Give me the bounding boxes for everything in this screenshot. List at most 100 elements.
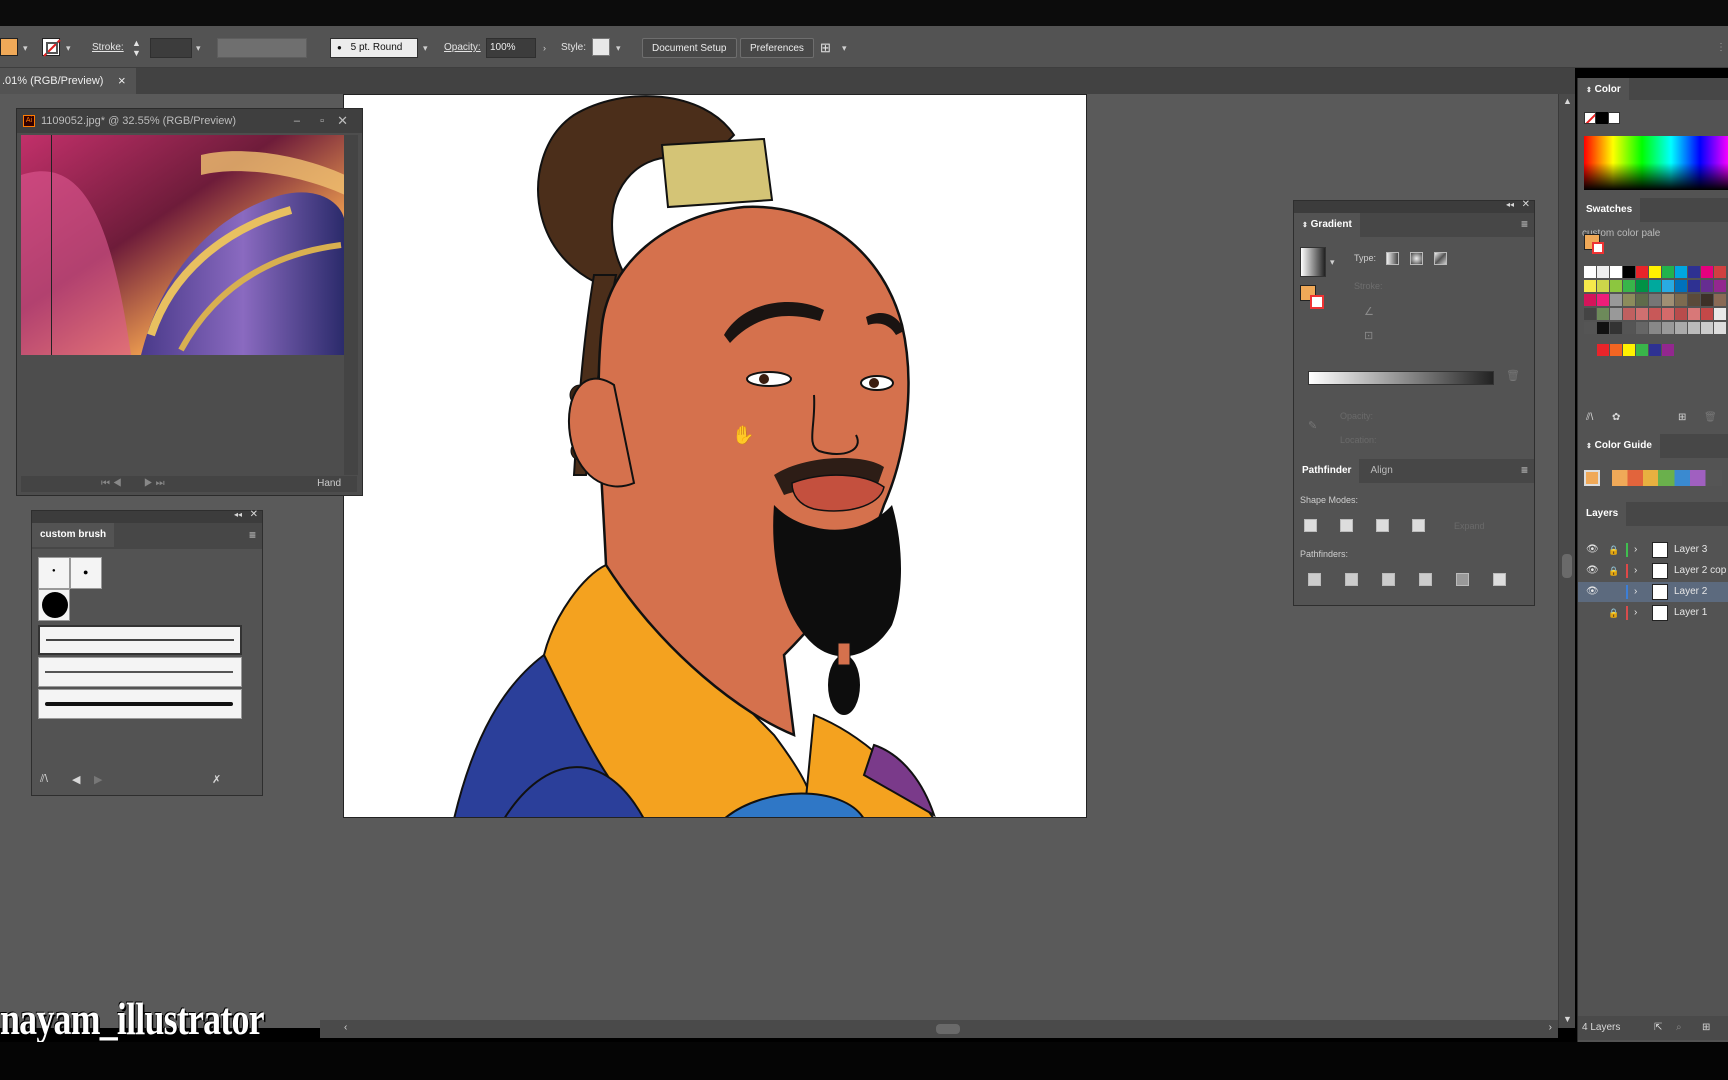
color-spectrum[interactable] [1584, 136, 1728, 190]
scroll-up-icon[interactable]: ▲ [1563, 96, 1572, 106]
linear-gradient-icon[interactable] [1386, 252, 1399, 265]
black-swatch[interactable] [1596, 112, 1608, 124]
close-icon[interactable]: ✕ [250, 509, 258, 520]
close-icon[interactable]: ✕ [337, 109, 348, 133]
navigation-arrows-icon[interactable]: ⏮ ◀ ▶ ⏭ [101, 476, 165, 492]
locate-object-icon[interactable]: ⌕ [1676, 1016, 1682, 1040]
new-swatch-icon[interactable]: ⊞ [1678, 412, 1686, 423]
layer-row[interactable]: 👁 🔒 › Layer 2 cop [1578, 561, 1728, 581]
fill-swatch[interactable] [0, 38, 18, 56]
brush-small-dot[interactable]: ● [38, 557, 70, 589]
show-kinds-icon[interactable]: ✿ [1612, 412, 1620, 423]
reference-scrollbar[interactable] [344, 135, 358, 475]
close-icon[interactable]: × [118, 68, 126, 94]
horizontal-scrollbar[interactable]: ‹ › [320, 1020, 1558, 1038]
stroke-swatch[interactable] [42, 38, 61, 57]
swatch-libraries-icon[interactable]: ⫽\ [1586, 412, 1593, 423]
panel-menu-icon[interactable]: ≡ [1521, 217, 1528, 231]
radial-gradient-icon[interactable] [1410, 252, 1423, 265]
pathfinder-tab[interactable]: Pathfinder [1294, 459, 1360, 483]
brush-definition[interactable]: ● 5 pt. Round [330, 38, 418, 58]
lock-icon[interactable]: 🔒 [1608, 561, 1619, 581]
collapse-icon[interactable]: ◂◂ [234, 510, 242, 519]
close-icon[interactable]: ✕ [1522, 199, 1530, 210]
none-swatch-icon[interactable] [1584, 112, 1596, 124]
stroke-swatch[interactable] [1592, 242, 1604, 254]
visibility-eye-icon[interactable]: 👁 [1586, 582, 1599, 602]
white-swatch[interactable] [1608, 112, 1620, 124]
vertical-scrollbar[interactable]: ▲ ▼ [1558, 94, 1575, 1028]
swatches-tab[interactable]: Swatches [1578, 198, 1641, 222]
panel-menu-icon[interactable]: ≡ [249, 528, 256, 542]
merge-icon[interactable] [1382, 573, 1395, 586]
chevron-down-icon[interactable]: ▾ [616, 38, 621, 58]
custom-brush-tab[interactable]: custom brush [32, 523, 115, 547]
minimize-icon[interactable]: – [294, 109, 300, 133]
chevron-down-icon[interactable]: ▾ [423, 38, 428, 58]
expand-chevron-icon[interactable]: › [1634, 540, 1637, 560]
color-tab[interactable]: ⇕ Color [1578, 78, 1629, 102]
stroke-stepper[interactable]: ▲ ▼ [132, 38, 141, 58]
layer-row[interactable]: 👁🔒›Layer 1 [1578, 603, 1728, 623]
brush-large-dot[interactable] [38, 589, 70, 621]
outline-icon[interactable] [1456, 573, 1469, 586]
remove-brush-stroke-icon[interactable]: ✗ [212, 773, 221, 786]
style-swatch[interactable] [592, 38, 610, 56]
harmony-colors[interactable] [1612, 470, 1722, 486]
preferences-button[interactable]: Preferences [740, 38, 814, 58]
expand-chevron-icon[interactable]: › [1634, 561, 1637, 581]
gradient-tab[interactable]: ⇕ Gradient [1294, 213, 1360, 237]
arrange-documents-icon[interactable]: ⊞ [820, 38, 831, 58]
lock-icon[interactable]: 🔒 [1608, 540, 1619, 560]
chevron-down-icon[interactable]: ▾ [66, 38, 71, 58]
document-setup-button[interactable]: Document Setup [642, 38, 737, 58]
reference-image-window[interactable]: Ai 1109052.jpg* @ 32.55% (RGB/Preview) –… [16, 108, 363, 496]
visibility-eye-icon[interactable]: 👁 [1586, 561, 1599, 581]
layers-tab[interactable]: Layers [1578, 502, 1627, 526]
minus-front-icon[interactable] [1340, 519, 1353, 532]
document-tab[interactable]: .01% (RGB/Preview) × [0, 68, 136, 94]
brushes-panel[interactable]: ◂◂ ✕ custom brush ≡ ● ● ⫽\ ◀ ▶ ✗ [31, 509, 263, 796]
scroll-thumb[interactable] [1562, 554, 1572, 578]
brush-stroke-3[interactable] [38, 689, 242, 719]
delete-stop-icon[interactable]: 🗑 [1506, 369, 1520, 382]
expand-button[interactable]: Expand [1454, 521, 1485, 531]
visibility-eye-icon[interactable]: 👁 [1586, 540, 1599, 560]
eyedropper-icon[interactable]: ✎ [1308, 419, 1317, 432]
chevron-down-icon[interactable]: ▾ [842, 38, 847, 58]
freeform-gradient-icon[interactable] [1434, 252, 1447, 265]
expand-chevron-icon[interactable]: › [1634, 582, 1637, 602]
intersect-icon[interactable] [1376, 519, 1389, 532]
chevron-down-icon[interactable]: ▾ [1330, 257, 1335, 268]
scroll-thumb[interactable] [936, 1024, 960, 1034]
scroll-right-icon[interactable]: › [1549, 1022, 1552, 1033]
brush-stroke-2[interactable] [38, 657, 242, 687]
panel-menu-icon[interactable]: ≡ [1521, 463, 1528, 477]
divide-icon[interactable] [1308, 573, 1321, 586]
trim-icon[interactable] [1345, 573, 1358, 586]
brush-medium-dot[interactable]: ● [70, 557, 102, 589]
stroke-swatch[interactable] [1310, 295, 1324, 309]
gradient-panel[interactable]: ◂◂ ✕ ⇕ Gradient ≡ ▾ Type: Stroke: ∠ ⊡ 🗑 … [1293, 199, 1535, 606]
artboard[interactable]: ✋ [343, 94, 1087, 818]
panel-header-strip[interactable]: ◂◂ ✕ [32, 509, 262, 523]
crop-icon[interactable] [1419, 573, 1432, 586]
panel-grip-icon[interactable]: ⋮ [1716, 38, 1726, 58]
chevron-right-icon[interactable]: › [543, 38, 546, 58]
panel-header-strip[interactable]: ◂◂ ✕ [1294, 199, 1534, 213]
window-title-bar[interactable]: Ai 1109052.jpg* @ 32.55% (RGB/Preview) –… [17, 109, 362, 133]
lock-icon[interactable]: 🔒 [1608, 603, 1619, 623]
unite-icon[interactable] [1304, 519, 1317, 532]
brush-stroke-1[interactable] [38, 625, 242, 655]
layer-row[interactable]: 👁 🔒 › Layer 3 [1578, 540, 1728, 560]
maximize-icon[interactable]: ▫ [320, 109, 324, 133]
exclude-icon[interactable] [1412, 519, 1425, 532]
color-guide-tab[interactable]: ⇕ Color Guide [1578, 434, 1660, 458]
new-layer-icon[interactable]: ⊞ [1702, 1016, 1710, 1040]
align-tab[interactable]: Align [1363, 459, 1401, 483]
swatch-grid[interactable] [1584, 266, 1728, 342]
gradient-thumbnail[interactable] [1300, 247, 1326, 277]
next-icon[interactable]: ▶ [94, 773, 102, 786]
delete-swatch-icon[interactable]: 🗑 [1704, 412, 1717, 423]
previous-icon[interactable]: ◀ [72, 773, 80, 786]
